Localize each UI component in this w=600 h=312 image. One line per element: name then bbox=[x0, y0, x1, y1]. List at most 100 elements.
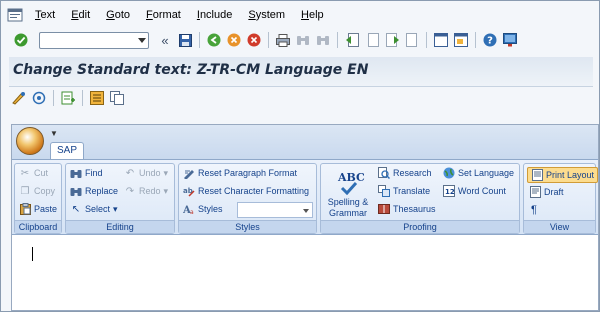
first-page-icon[interactable] bbox=[344, 32, 360, 48]
undo-icon: ↶ bbox=[125, 167, 135, 179]
find-icon[interactable] bbox=[295, 32, 311, 48]
globe-icon bbox=[443, 167, 455, 179]
draft-icon bbox=[529, 186, 541, 198]
copy-label: Copy bbox=[34, 186, 56, 196]
menu-goto[interactable]: Goto bbox=[98, 5, 138, 25]
title-bar: Change Standard text: Z-TR-CM Language E… bbox=[9, 57, 593, 87]
clipboard-group-label: Clipboard bbox=[15, 220, 61, 233]
find-label: Find bbox=[85, 168, 103, 178]
thesaurus-icon bbox=[378, 203, 390, 215]
draft-button[interactable]: Draft bbox=[529, 186, 564, 198]
thesaurus-button[interactable]: Thesaurus bbox=[378, 203, 436, 215]
word-count-icon: 123 bbox=[443, 185, 455, 197]
menu-text[interactable]: Text bbox=[27, 5, 63, 25]
paste-button[interactable]: Paste bbox=[19, 203, 57, 215]
reset-character-formatting-button[interactable]: ab Reset Character Formatting bbox=[183, 185, 309, 197]
menu-bar: Text Edit Goto Format Include System Hel… bbox=[1, 5, 599, 25]
svg-text:?: ? bbox=[487, 36, 493, 47]
reset-paragraph-format-button[interactable]: Reset Paragraph Format bbox=[183, 167, 297, 179]
paste-label: Paste bbox=[34, 204, 58, 214]
toolbar-divider bbox=[82, 90, 83, 106]
office-button-icon[interactable] bbox=[16, 127, 44, 155]
reset-character-icon: ab bbox=[183, 185, 195, 197]
editing-group: Find ↶ Undo ▾ Replace ↷ Redo ▾ ↖ Select ▾ Edit… bbox=[65, 163, 175, 234]
command-field[interactable] bbox=[39, 31, 149, 49]
standard-toolbar: « ? bbox=[1, 29, 599, 51]
previous-page-icon[interactable] bbox=[364, 32, 380, 48]
quick-access-toolbar: ▼ SAP bbox=[12, 125, 598, 159]
enter-check-icon[interactable] bbox=[13, 32, 29, 48]
replace-icon bbox=[70, 185, 82, 197]
reset-paragraph-icon bbox=[183, 167, 195, 179]
menu-include[interactable]: Include bbox=[189, 5, 240, 25]
cut-button[interactable]: ✂ Cut bbox=[19, 167, 48, 179]
sap-window: Text Edit Goto Format Include System Hel… bbox=[0, 0, 600, 312]
document-editing-area[interactable] bbox=[12, 236, 598, 310]
checkmark-icon bbox=[340, 181, 358, 195]
undo-button[interactable]: ↶ Undo ▾ bbox=[124, 167, 168, 179]
word-count-button[interactable]: 123Word Count bbox=[443, 185, 506, 197]
history-back-icon[interactable]: « bbox=[157, 32, 173, 48]
other-text-icon[interactable] bbox=[31, 90, 47, 106]
exit-icon[interactable] bbox=[226, 32, 242, 48]
copy-button[interactable]: ❐ Copy bbox=[19, 185, 56, 197]
svg-text:a: a bbox=[190, 209, 194, 215]
header-icon[interactable] bbox=[89, 90, 105, 106]
help-icon[interactable]: ? bbox=[482, 32, 498, 48]
styles-dropdown[interactable] bbox=[237, 202, 313, 218]
research-icon bbox=[378, 167, 390, 179]
styles-button[interactable]: Aa Styles bbox=[183, 203, 223, 215]
tab-sap[interactable]: SAP bbox=[50, 142, 84, 159]
select-label: Select bbox=[85, 204, 111, 214]
menu-edit[interactable]: Edit bbox=[63, 5, 98, 25]
scissors-icon: ✂ bbox=[20, 167, 30, 179]
menu-format[interactable]: Format bbox=[138, 5, 189, 25]
reset-paragraph-format-label: Reset Paragraph Format bbox=[198, 168, 298, 178]
insert-text-icon[interactable] bbox=[60, 90, 76, 106]
spelling-label-line2: Grammar bbox=[329, 208, 367, 218]
translate-button[interactable]: Translate bbox=[378, 185, 430, 197]
menu-system[interactable]: System bbox=[240, 5, 293, 25]
binoculars-icon bbox=[70, 167, 82, 179]
next-page-icon[interactable] bbox=[384, 32, 400, 48]
set-language-button[interactable]: Set Language bbox=[443, 167, 514, 179]
replace-label: Replace bbox=[85, 186, 119, 196]
ribbon: ✂ Cut ❐ Copy Paste Clipboard Find ↶ Undo ▾ R… bbox=[12, 159, 599, 235]
spelling-grammar-button[interactable]: ABC Spelling & Grammar bbox=[323, 167, 373, 219]
pilcrow-icon: ¶ bbox=[531, 204, 537, 216]
page-title: Change Standard text: Z-TR-CM Language E… bbox=[13, 62, 369, 78]
thesaurus-label: Thesaurus bbox=[393, 204, 436, 214]
research-button[interactable]: Research bbox=[378, 167, 432, 179]
find-button[interactable]: Find bbox=[70, 167, 103, 179]
select-button[interactable]: ↖ Select ▾ bbox=[70, 203, 118, 215]
menu-help[interactable]: Help bbox=[293, 5, 332, 25]
toolbar-divider bbox=[53, 90, 54, 106]
shortcut-icon[interactable] bbox=[453, 32, 469, 48]
text-cursor bbox=[32, 247, 33, 261]
print-icon[interactable] bbox=[275, 32, 291, 48]
cancel-icon[interactable] bbox=[246, 32, 262, 48]
undo-dropdown-icon: ▾ bbox=[163, 167, 169, 178]
last-page-icon[interactable] bbox=[404, 32, 420, 48]
replace-button[interactable]: Replace bbox=[70, 185, 118, 197]
sap-menu-icon[interactable] bbox=[5, 7, 25, 23]
undo-label: Undo bbox=[139, 168, 161, 178]
customize-layout-icon[interactable] bbox=[502, 32, 518, 48]
toolbar-divider bbox=[199, 32, 200, 48]
create-session-icon[interactable] bbox=[433, 32, 449, 48]
find-next-icon[interactable] bbox=[315, 32, 331, 48]
save-icon[interactable] bbox=[177, 32, 193, 48]
back-icon[interactable] bbox=[206, 32, 222, 48]
proofing-group: ABC Spelling & Grammar Research Set Lang… bbox=[320, 163, 520, 234]
change-display-icon[interactable] bbox=[11, 90, 27, 106]
cursor-arrow-icon: ↖ bbox=[71, 203, 81, 215]
toolbar-divider bbox=[337, 32, 338, 48]
copy-text-icon[interactable] bbox=[109, 90, 125, 106]
proofing-group-label: Proofing bbox=[321, 220, 519, 233]
customize-quick-access-icon[interactable]: ▼ bbox=[50, 129, 58, 138]
show-formatting-marks-button[interactable]: ¶ bbox=[531, 204, 537, 216]
view-group: Print Layout Draft ¶ View bbox=[523, 163, 599, 234]
print-layout-button[interactable]: Print Layout bbox=[527, 167, 599, 183]
chevron-down-icon[interactable] bbox=[138, 37, 146, 43]
redo-button[interactable]: ↷ Redo ▾ bbox=[124, 185, 168, 197]
